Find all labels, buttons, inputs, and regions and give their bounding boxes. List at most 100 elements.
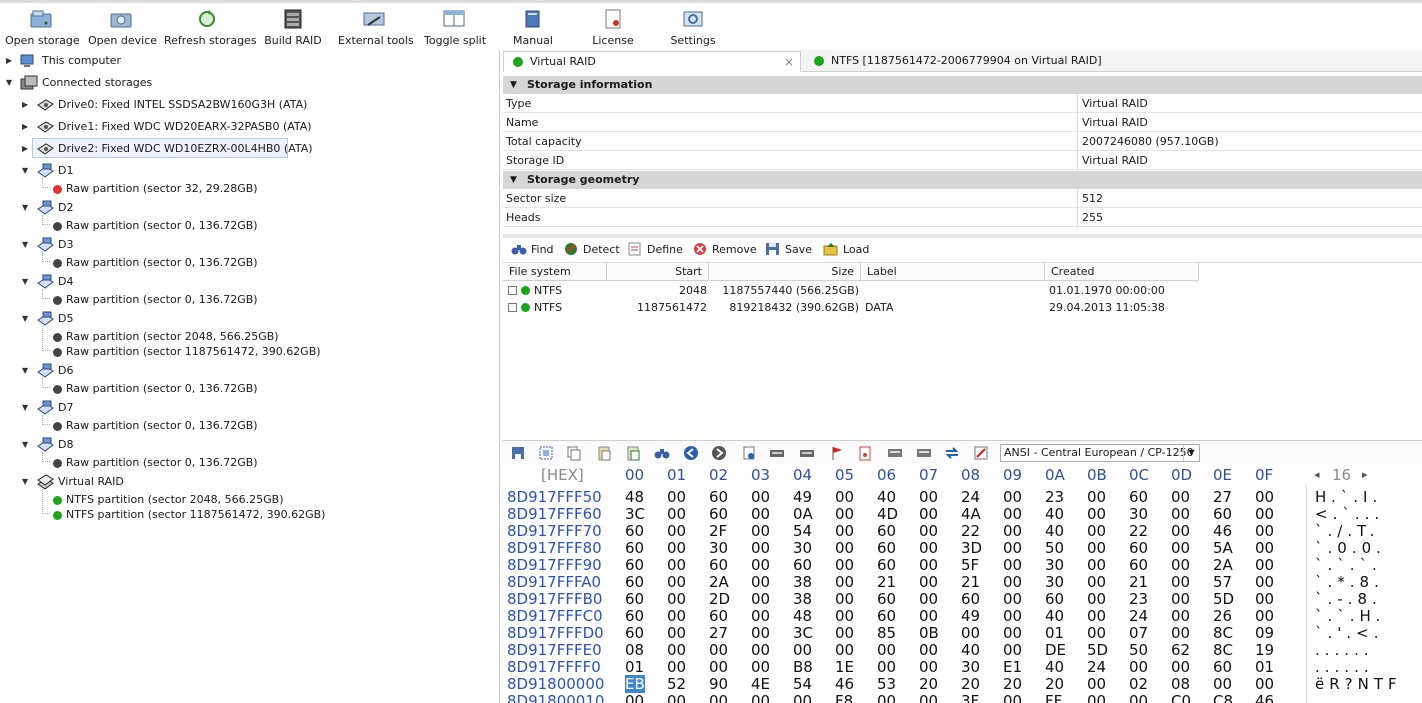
hex-byte[interactable]: 00	[835, 522, 854, 540]
hex-byte[interactable]: 21	[961, 573, 980, 591]
hex-byte[interactable]: 00	[751, 488, 770, 506]
hex-byte[interactable]: 60	[877, 607, 896, 625]
hex-byte[interactable]: 01	[1255, 658, 1274, 676]
hex-byte[interactable]: 5A	[1213, 539, 1233, 557]
hex-byte[interactable]: 00	[1171, 556, 1190, 574]
tree-node-drive0[interactable]: ▶ Drive0: Fixed INTEL SSDSA2BW160G3H (AT…	[0, 96, 480, 114]
hex-byte[interactable]: 00	[961, 624, 980, 642]
property-row[interactable]: Total capacity 2007246080 (957.10GB)	[503, 132, 1422, 151]
hex-ascii[interactable]: ......	[1315, 692, 1374, 703]
hex-byte[interactable]: 20	[1003, 675, 1022, 693]
hex-byte[interactable]: 48	[793, 607, 812, 625]
tree-node-drive1[interactable]: ▶ Drive1: Fixed WDC WD20EARX-32PASB0 (AT…	[0, 118, 480, 136]
hex-byte[interactable]: 00	[751, 505, 770, 523]
hex-byte[interactable]: 00	[835, 590, 854, 608]
hex-byte[interactable]: 00	[1255, 675, 1274, 693]
hex-byte[interactable]: 2F	[709, 522, 727, 540]
hex-byte[interactable]: 4E	[751, 675, 770, 693]
collapse-arrow-icon[interactable]: ▼	[22, 399, 32, 417]
hex-byte[interactable]: 60	[1129, 556, 1148, 574]
hex-byte[interactable]: 20	[1045, 675, 1064, 693]
hex-byte[interactable]: 00	[1087, 488, 1106, 506]
hex-byte[interactable]: 40	[1045, 522, 1064, 540]
property-row[interactable]: Type Virtual RAID	[503, 94, 1422, 113]
hex-byte[interactable]: 00	[1087, 607, 1106, 625]
hex-byte[interactable]: 00	[1255, 505, 1274, 523]
hex-byte[interactable]: 00	[1087, 556, 1106, 574]
hex-byte[interactable]: 00	[793, 692, 812, 703]
hex-byte[interactable]: 00	[1003, 573, 1022, 591]
expand-arrow-icon[interactable]: ▶	[22, 96, 32, 114]
swap-icon[interactable]	[944, 445, 960, 461]
hex-byte[interactable]: 00	[835, 607, 854, 625]
disk-write-icon[interactable]	[799, 445, 815, 461]
hex-byte[interactable]: 5D	[1213, 590, 1234, 608]
hex-byte[interactable]: C8	[1213, 692, 1233, 703]
hex-byte[interactable]: 46	[1213, 522, 1232, 540]
tree-node-disk-d1[interactable]: ▼ D1	[0, 162, 480, 180]
hex-byte[interactable]: 00	[1171, 573, 1190, 591]
hex-byte[interactable]: 00	[709, 641, 728, 659]
hex-row[interactable]: 8D91800000 EB 52 90 4E 54 46 53 20 20 20 20 00 02 08 00…	[503, 675, 1422, 693]
hex-byte[interactable]: 40	[877, 488, 896, 506]
property-row[interactable]: Heads 255	[503, 208, 1422, 227]
hex-byte[interactable]: 60	[625, 624, 644, 642]
hex-byte[interactable]: 0A	[793, 505, 813, 523]
hex-byte[interactable]: 49	[961, 607, 980, 625]
hex-byte[interactable]: 00	[751, 641, 770, 659]
hex-byte[interactable]: 00	[1255, 573, 1274, 591]
hex-byte[interactable]: EB	[625, 675, 645, 693]
hex-byte[interactable]: 50	[1045, 539, 1064, 557]
hex-byte[interactable]: 00	[835, 505, 854, 523]
hex-byte[interactable]: 00	[625, 692, 644, 703]
hex-byte[interactable]: 60	[625, 539, 644, 557]
hex-byte[interactable]: 00	[835, 488, 854, 506]
hex-ascii[interactable]: `.-.8.	[1315, 590, 1382, 608]
hex-byte[interactable]: 00	[835, 539, 854, 557]
row-checkbox[interactable]	[508, 303, 517, 312]
hex-byte[interactable]: 00	[1255, 522, 1274, 540]
collapse-arrow-icon[interactable]: ▼	[22, 273, 32, 291]
hex-byte[interactable]: 30	[793, 539, 812, 557]
remove-button[interactable]: Remove	[692, 241, 757, 259]
hex-byte[interactable]: 00	[1003, 607, 1022, 625]
hex-row[interactable]: 8D917FFF70 60 00 2F 00 54 00 60 00 22 00 40 00 22 00 46…	[503, 522, 1422, 540]
hex-byte[interactable]: 0B	[919, 624, 939, 642]
hex-byte[interactable]: 60	[1045, 590, 1064, 608]
hex-ascii[interactable]: `.`.H.	[1315, 607, 1385, 625]
hex-byte[interactable]: 19	[1255, 641, 1274, 659]
hex-byte[interactable]: 49	[793, 488, 812, 506]
binoculars-icon[interactable]	[654, 445, 670, 461]
hex-byte[interactable]: 00	[1171, 590, 1190, 608]
hex-byte[interactable]: 00	[1003, 556, 1022, 574]
hex-byte[interactable]: 40	[961, 641, 980, 659]
hex-byte[interactable]: F8	[835, 692, 853, 703]
tree-node-connected-storages[interactable]: ▼ Connected storages	[0, 74, 480, 92]
hex-byte[interactable]: 60	[1129, 539, 1148, 557]
hex-byte[interactable]: 00	[1003, 488, 1022, 506]
hex-byte[interactable]: 00	[919, 590, 938, 608]
hex-byte[interactable]: B8	[793, 658, 813, 676]
detect-button[interactable]: Detect	[563, 241, 620, 259]
hex-byte[interactable]: 00	[667, 590, 686, 608]
hex-byte[interactable]: 52	[667, 675, 686, 693]
hex-byte[interactable]: 00	[919, 505, 938, 523]
hex-byte[interactable]: 27	[1213, 488, 1232, 506]
hex-byte[interactable]: 57	[1213, 573, 1232, 591]
hex-byte[interactable]: 00	[919, 522, 938, 540]
hex-byte[interactable]: 21	[1129, 573, 1148, 591]
hex-byte[interactable]: 24	[1087, 658, 1106, 676]
hex-byte[interactable]: 00	[1171, 658, 1190, 676]
hex-row[interactable]: 8D917FFFE0 08 00 00 00 00 00 00 00 40 00 DE 5D 50 62 8C…	[503, 641, 1422, 659]
hex-byte[interactable]: 30	[961, 658, 980, 676]
tree-node-partition[interactable]: Raw partition (sector 0, 136.72GB)	[0, 454, 480, 472]
hex-byte[interactable]: 00	[1255, 488, 1274, 506]
tree-node-partition[interactable]: Raw partition (sector 0, 136.72GB)	[0, 380, 480, 398]
hex-byte[interactable]: 00	[667, 573, 686, 591]
hex-byte[interactable]: 00	[1087, 590, 1106, 608]
tree-node-partition[interactable]: Raw partition (sector 1187561472, 390.62…	[0, 343, 480, 361]
hex-byte[interactable]: 00	[1171, 505, 1190, 523]
hex-byte[interactable]: 00	[1087, 573, 1106, 591]
hex-row[interactable]: 8D917FFF80 60 00 30 00 30 00 60 00 3D 00 50 00 60 00 5A…	[503, 539, 1422, 557]
hex-byte[interactable]: 00	[1129, 658, 1148, 676]
